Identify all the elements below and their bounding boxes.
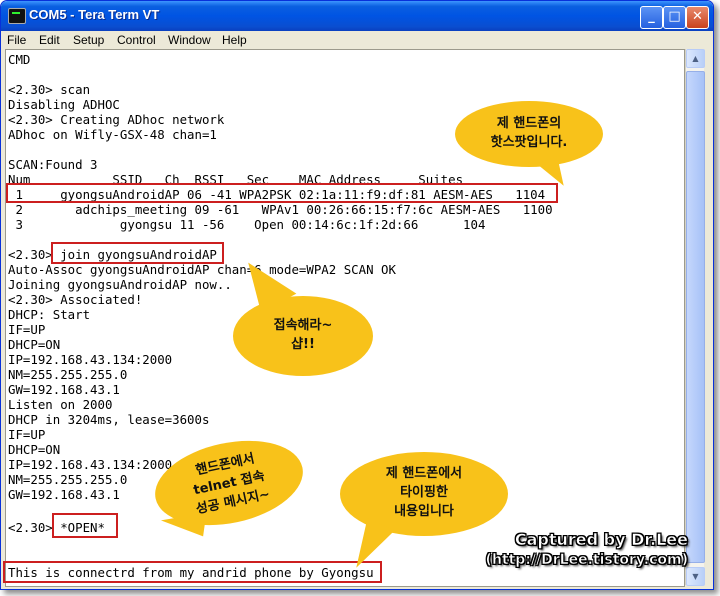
scan-row: 2 adchips_meeting 09 -61 WPAv1 00:26:66:… <box>8 202 553 217</box>
terminal-icon[interactable] <box>8 8 26 24</box>
terminal-line: IP=192.168.43.134:2000 <box>8 457 173 472</box>
close-button[interactable]: ✕ <box>686 6 709 29</box>
terminal-line: GW=192.168.43.1 <box>8 382 120 397</box>
menu-edit[interactable]: Edit <box>39 33 60 47</box>
terminal-line: IP=192.168.43.134:2000 <box>8 352 173 367</box>
terminal-line: NM=255.255.255.0 <box>8 472 128 487</box>
terminal-line: <2.30> Creating ADhoc network <box>8 112 225 127</box>
arrow-down-icon[interactable]: ▼ <box>686 567 705 586</box>
terminal-line: ADhoc on Wifly-GSX-48 chan=1 <box>8 127 217 142</box>
terminal-line: IF=UP <box>8 427 46 442</box>
terminal-line: <2.30> Associated! <box>8 292 143 307</box>
terminal-line: Auto-Assoc gyongsuAndroidAP chan=6 mode=… <box>8 262 396 277</box>
bubble-text: 내용입니다 <box>394 504 454 519</box>
menu-help[interactable]: Help <box>222 33 247 47</box>
menu-bar: File Edit Setup Control Window Help <box>1 31 713 49</box>
terminal-line: GW=192.168.43.1 <box>8 487 120 502</box>
bubble-text: 핫스팟입니다. <box>490 135 568 150</box>
terminal-line: <2.30> scan <box>8 82 91 97</box>
arrow-up-icon[interactable]: ▲ <box>686 49 705 68</box>
minimize-button[interactable]: _ <box>640 6 663 29</box>
highlight-join-command <box>51 242 224 264</box>
title-bar[interactable]: COM5 - Tera Term VT _ □ ✕ <box>1 1 713 31</box>
menu-setup[interactable]: Setup <box>73 33 104 47</box>
terminal-line: IF=UP <box>8 322 46 337</box>
annotation-bubble-typed: 제 핸드폰에서 타이핑한 내용입니다 <box>340 452 508 576</box>
terminal-line: DHCP=ON <box>8 442 61 457</box>
terminal-line: SCAN:Found 3 <box>8 157 98 172</box>
watermark-line-1: Captured by Dr.Lee <box>514 530 689 550</box>
annotation-bubble-connect: 접속해라~ 샵!! <box>233 249 373 376</box>
scan-row: 3 gyongsu 11 -56 Open 00:14:6c:1f:2d:66 … <box>8 217 486 232</box>
terminal-line: DHCP=ON <box>8 337 61 352</box>
highlight-open-message <box>52 513 118 538</box>
highlight-ap-row <box>6 183 558 203</box>
capture-watermark: Captured by Dr.Lee (http://DrLee.tistory… <box>448 530 688 574</box>
bubble-text: 접속해라~ <box>273 318 333 333</box>
menu-file[interactable]: File <box>7 33 26 47</box>
bubble-text: 제 핸드폰의 <box>496 116 562 131</box>
terminal-line: Joining gyongsuAndroidAP now.. <box>8 277 232 292</box>
terminal-line: Disabling ADHOC <box>8 97 120 112</box>
highlight-typed-message <box>3 561 382 583</box>
window-title: COM5 - Tera Term VT <box>29 7 160 22</box>
terminal-line: Listen on 2000 <box>8 397 113 412</box>
terminal-line: DHCP: Start <box>8 307 91 322</box>
terminal-line: NM=255.255.255.0 <box>8 367 128 382</box>
scroll-thumb[interactable] <box>686 71 705 563</box>
menu-control[interactable]: Control <box>117 33 156 47</box>
annotation-bubble-hotspot: 제 핸드폰의 핫스팟입니다. <box>455 101 603 192</box>
terminal-line: DHCP in 3204ms, lease=3600s <box>8 412 210 427</box>
menu-window[interactable]: Window <box>168 33 211 47</box>
bubble-text: 제 핸드폰에서 <box>385 466 463 481</box>
maximize-button[interactable]: □ <box>663 6 686 29</box>
vertical-scrollbar[interactable]: ▲ ▼ <box>685 49 705 586</box>
terminal-line: CMD <box>8 52 31 67</box>
bubble-text: 타이핑한 <box>400 485 448 500</box>
watermark-line-2: (http://DrLee.tistory.com) <box>485 552 688 569</box>
bubble-text: 샵!! <box>291 337 315 352</box>
